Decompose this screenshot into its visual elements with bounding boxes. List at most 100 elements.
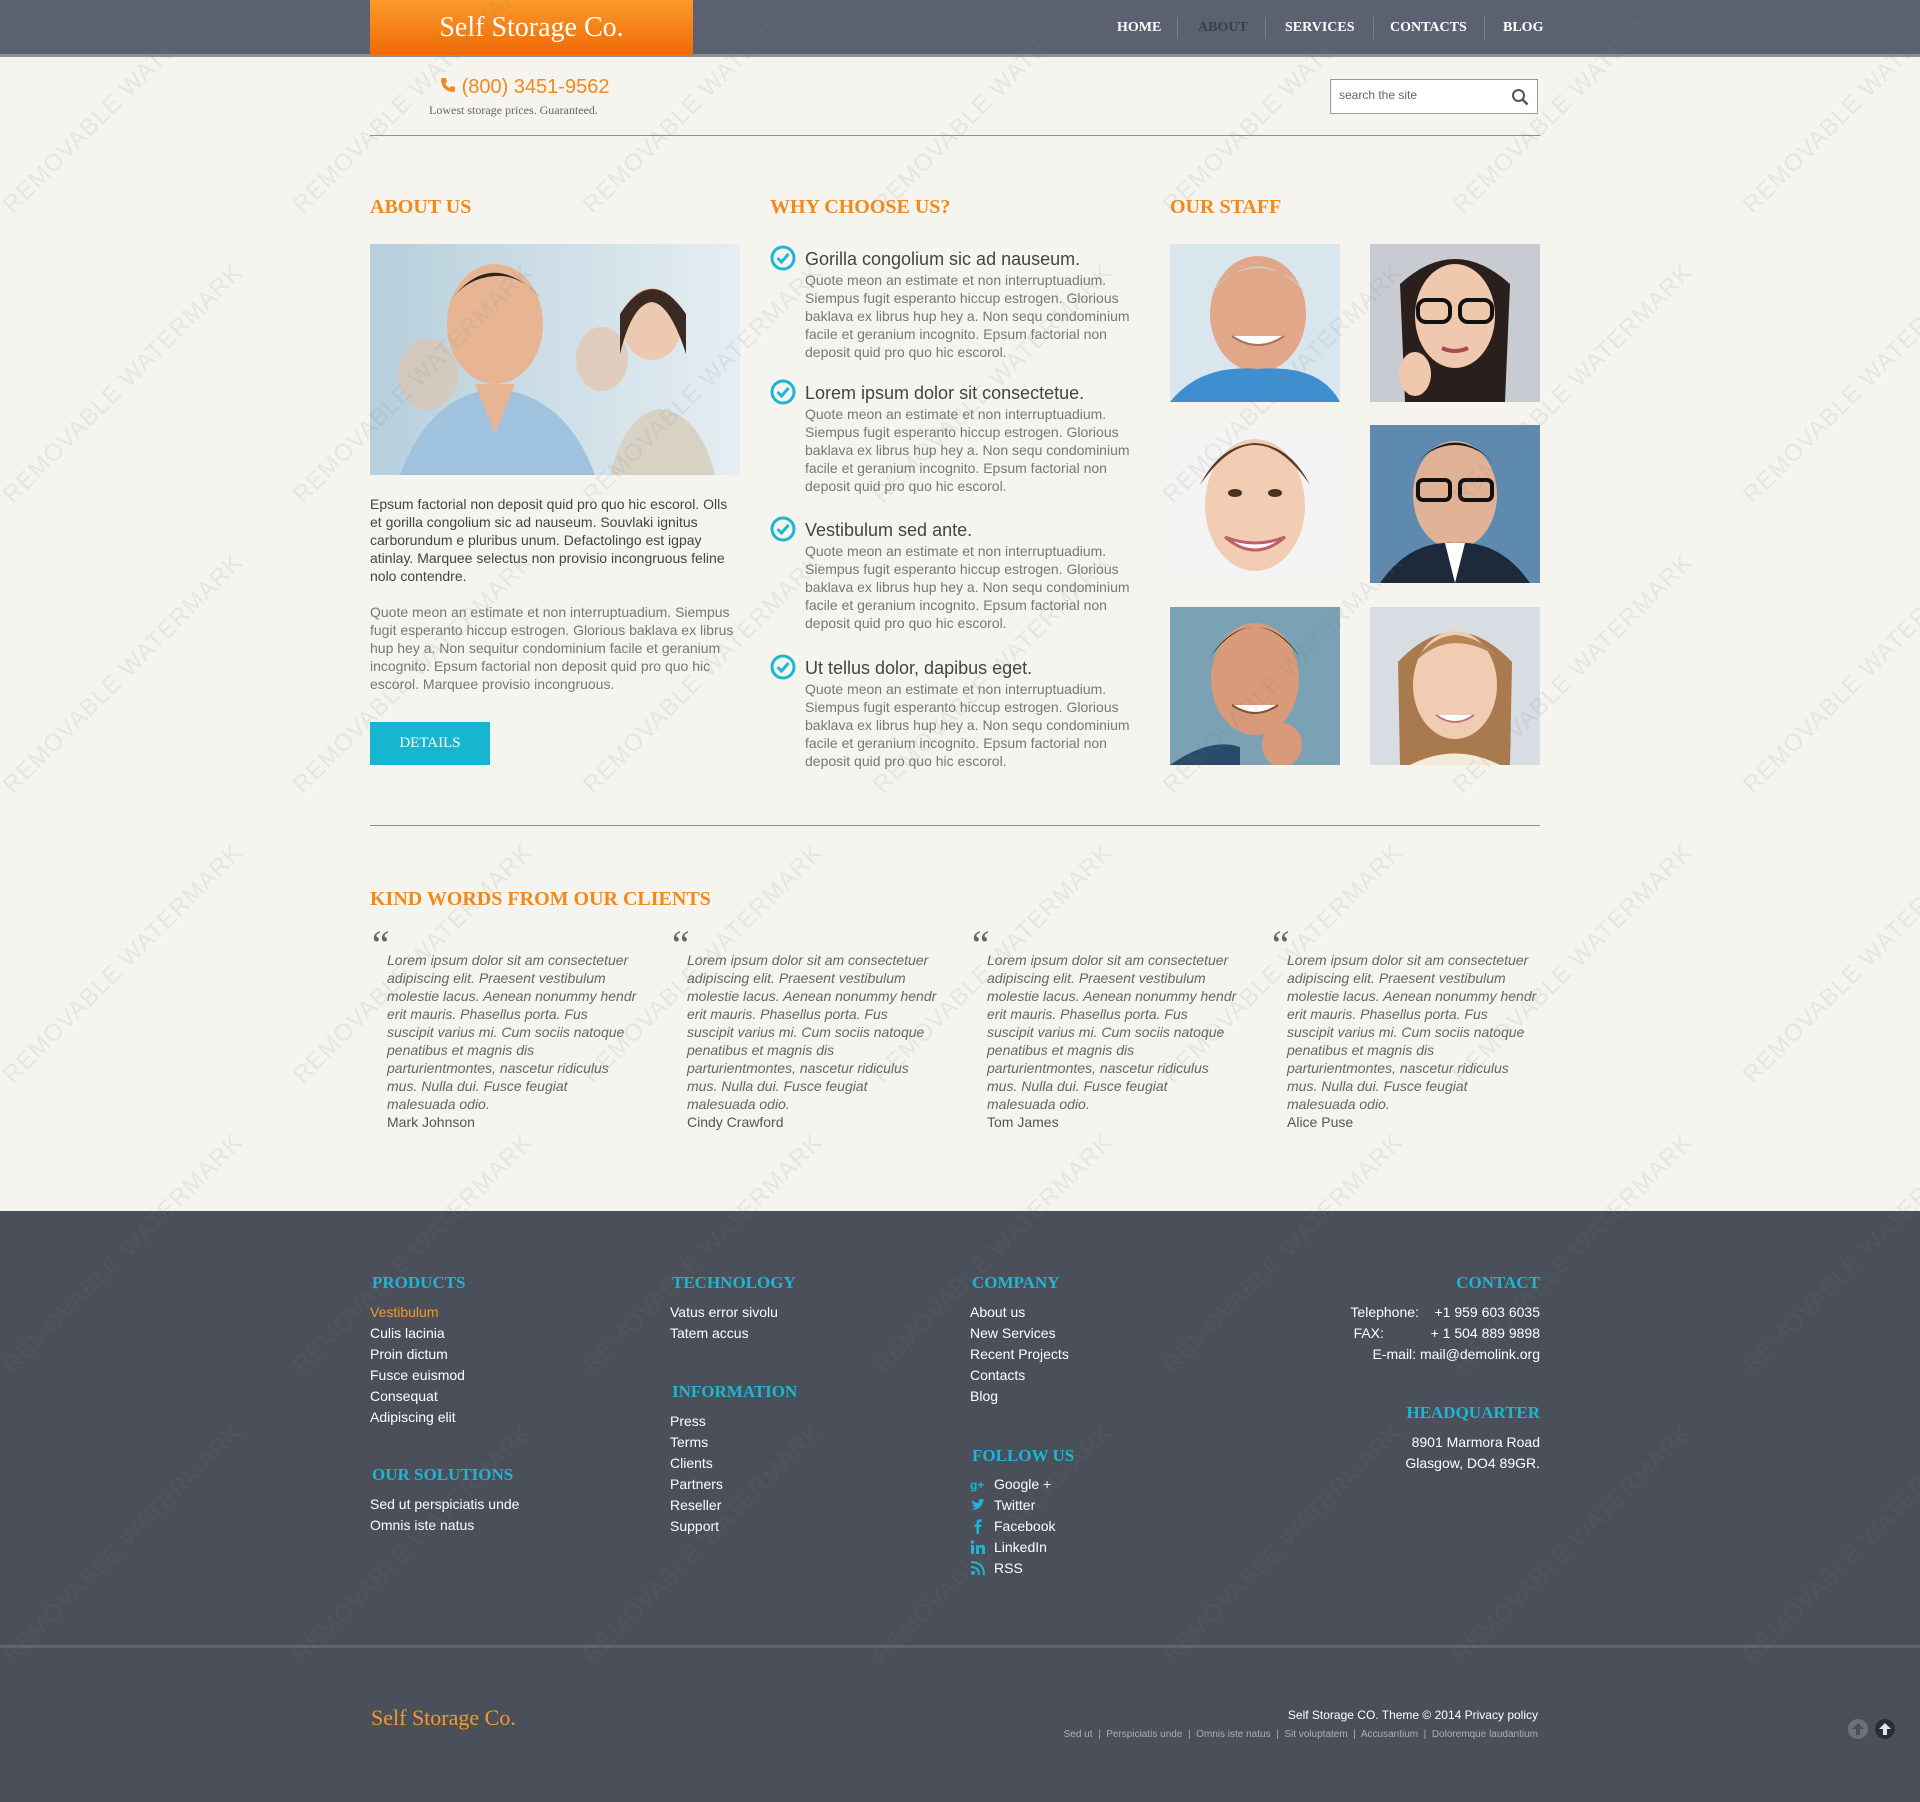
footer-follow-heading: FOLLOW US bbox=[972, 1446, 1075, 1465]
footer-logo[interactable]: Self Storage Co. bbox=[371, 1705, 516, 1731]
email-link[interactable]: mail@demolink.org bbox=[1420, 1346, 1540, 1362]
footer-information-heading: INFORMATION bbox=[672, 1382, 798, 1401]
scroll-top-icon[interactable] bbox=[1874, 1718, 1896, 1740]
nav-about[interactable]: ABOUT bbox=[1198, 20, 1248, 36]
about-photo bbox=[370, 244, 740, 475]
watermark-text: REMOVABLE WATERMARK bbox=[1737, 258, 1920, 509]
privacy-policy-link[interactable]: Privacy policy bbox=[1465, 1708, 1538, 1722]
testimonial-author: Mark Johnson bbox=[387, 1114, 475, 1130]
social-link-facebook[interactable]: Facebook bbox=[970, 1516, 1055, 1537]
svg-text:g+: g+ bbox=[970, 1478, 984, 1492]
email-label: E-mail: bbox=[1372, 1346, 1417, 1362]
footer-link[interactable]: Partners bbox=[670, 1474, 723, 1495]
top-bar-border bbox=[0, 54, 1920, 57]
sub-link[interactable]: Perspiciatis unde bbox=[1106, 1729, 1182, 1740]
footer-link[interactable]: Support bbox=[670, 1516, 723, 1537]
sub-link[interactable]: Doloremque laudantium bbox=[1432, 1729, 1538, 1740]
footer-link[interactable]: Proin dictum bbox=[370, 1344, 465, 1365]
search-icon[interactable] bbox=[1511, 88, 1529, 106]
footer-link[interactable]: Vatus error sivolu bbox=[670, 1302, 778, 1323]
staff-photo[interactable] bbox=[1370, 607, 1540, 765]
copyright-text: Self Storage CO. Theme © 2014 bbox=[1287, 1708, 1462, 1722]
fax-label: FAX: bbox=[1353, 1325, 1384, 1341]
why-heading: WHY CHOOSE US? bbox=[770, 196, 951, 218]
testimonial-text: Lorem ipsum dolor sit am consectetuer ad… bbox=[387, 952, 637, 1112]
footer-link[interactable]: Reseller bbox=[670, 1495, 723, 1516]
staff-photo[interactable] bbox=[1170, 244, 1340, 402]
nav-services[interactable]: SERVICES bbox=[1285, 20, 1355, 36]
staff-photo[interactable] bbox=[1370, 425, 1540, 583]
site-logo[interactable]: Self Storage Co. bbox=[370, 0, 693, 55]
sub-link[interactable]: Sed ut bbox=[1064, 1729, 1093, 1740]
footer-products-heading: PRODUCTS bbox=[372, 1273, 466, 1292]
footer-solutions-heading: OUR SOLUTIONS bbox=[372, 1465, 514, 1484]
watermark-text: REMOVABLE WATERMARK bbox=[1737, 548, 1920, 799]
nav-blog[interactable]: BLOG bbox=[1503, 20, 1543, 36]
social-label: LinkedIn bbox=[994, 1539, 1047, 1555]
footer-company-heading: COMPANY bbox=[972, 1273, 1060, 1292]
footer-link[interactable]: Recent Projects bbox=[970, 1344, 1069, 1365]
footer-link[interactable]: Vestibulum bbox=[370, 1302, 465, 1323]
footer-link[interactable]: Consequat bbox=[370, 1386, 465, 1407]
footer-link[interactable]: Tatem accus bbox=[670, 1323, 778, 1344]
testimonial-text: Lorem ipsum dolor sit am consectetuer ad… bbox=[687, 952, 937, 1112]
staff-photo[interactable] bbox=[1170, 607, 1340, 765]
nav-home[interactable]: HOME bbox=[1117, 20, 1161, 36]
twitter-icon bbox=[971, 1498, 985, 1510]
footer-products-list: Vestibulum Culis lacinia Proin dictum Fu… bbox=[370, 1302, 465, 1428]
nav-contacts[interactable]: CONTACTS bbox=[1390, 20, 1467, 36]
footer-social-list: g+ Google + Twitter Facebook LinkedIn RSS bbox=[970, 1474, 1055, 1579]
sub-link[interactable]: Omnis iste natus bbox=[1196, 1729, 1270, 1740]
search-input[interactable] bbox=[1339, 88, 1499, 102]
about-paragraph-2: Quote meon an estimate et non interruptu… bbox=[370, 604, 734, 692]
social-label: Facebook bbox=[994, 1518, 1056, 1534]
section-divider bbox=[370, 825, 1540, 826]
footer-link[interactable]: Sed ut perspiciatis unde bbox=[370, 1494, 519, 1515]
watermark-text: REMOVABLE WATERMARK bbox=[0, 258, 248, 509]
tagline: Lowest storage prices. Guaranteed. bbox=[429, 103, 598, 117]
rss-icon bbox=[970, 1561, 985, 1576]
sub-link[interactable]: Sit voluptatem bbox=[1284, 1729, 1347, 1740]
footer-link[interactable]: Clients bbox=[670, 1453, 723, 1474]
staff-heading: OUR STAFF bbox=[1170, 196, 1282, 218]
staff-photo[interactable] bbox=[1370, 244, 1540, 402]
telephone-label: Telephone: bbox=[1350, 1304, 1419, 1320]
footer-link[interactable]: Contacts bbox=[970, 1365, 1069, 1386]
social-link-twitter[interactable]: Twitter bbox=[970, 1495, 1055, 1516]
footer-link[interactable]: Omnis iste natus bbox=[370, 1515, 519, 1536]
testimonial-author: Cindy Crawford bbox=[687, 1114, 784, 1130]
footer-link[interactable]: Terms bbox=[670, 1432, 723, 1453]
testimonial-text: Lorem ipsum dolor sit am consectetuer ad… bbox=[1287, 952, 1537, 1112]
footer-contact-heading: CONTACT bbox=[1456, 1273, 1540, 1292]
facebook-icon bbox=[974, 1519, 982, 1534]
footer-link[interactable]: Blog bbox=[970, 1386, 1069, 1407]
details-button[interactable]: DETAILS bbox=[370, 722, 490, 765]
sub-link[interactable]: Accusantium bbox=[1361, 1729, 1418, 1740]
footer-link[interactable]: Fusce euismod bbox=[370, 1365, 465, 1386]
staff-photo[interactable] bbox=[1170, 425, 1340, 583]
footer-link[interactable]: Press bbox=[670, 1411, 723, 1432]
testimonials-heading: KIND WORDS FROM OUR CLIENTS bbox=[370, 888, 711, 910]
footer-technology-heading: TECHNOLOGY bbox=[672, 1273, 796, 1292]
footer-link[interactable]: Adipiscing elit bbox=[370, 1407, 465, 1428]
check-circle-icon bbox=[770, 654, 796, 680]
footer-divider bbox=[0, 1645, 1920, 1648]
footer-link[interactable]: New Services bbox=[970, 1323, 1069, 1344]
footer-technology-list: Vatus error sivolu Tatem accus bbox=[670, 1302, 778, 1344]
social-link-linkedin[interactable]: LinkedIn bbox=[970, 1537, 1055, 1558]
footer-information-list: Press Terms Clients Partners Reseller Su… bbox=[670, 1411, 723, 1537]
why-item-title: Gorilla congolium sic ad nauseum. bbox=[805, 249, 1081, 269]
footer-link[interactable]: Culis lacinia bbox=[370, 1323, 465, 1344]
social-link-google-plus[interactable]: g+ Google + bbox=[970, 1474, 1055, 1495]
footer-email: E-mail: mail@demolink.org bbox=[1300, 1344, 1541, 1365]
why-item-title: Ut tellus dolor, dapibus eget. bbox=[805, 658, 1033, 678]
nav-separator bbox=[1177, 17, 1178, 39]
testimonial-author: Tom James bbox=[987, 1114, 1059, 1130]
footer-link[interactable]: About us bbox=[970, 1302, 1069, 1323]
why-item-text: Quote meon an estimate et non interruptu… bbox=[805, 543, 1130, 631]
copyright: Self Storage CO. Theme © 2014 Privacy po… bbox=[1240, 1708, 1538, 1722]
scroll-top-icon[interactable] bbox=[1847, 1718, 1869, 1740]
footer-solutions-list: Sed ut perspiciatis unde Omnis iste natu… bbox=[370, 1494, 519, 1536]
social-link-rss[interactable]: RSS bbox=[970, 1558, 1055, 1579]
check-circle-icon bbox=[770, 379, 796, 405]
